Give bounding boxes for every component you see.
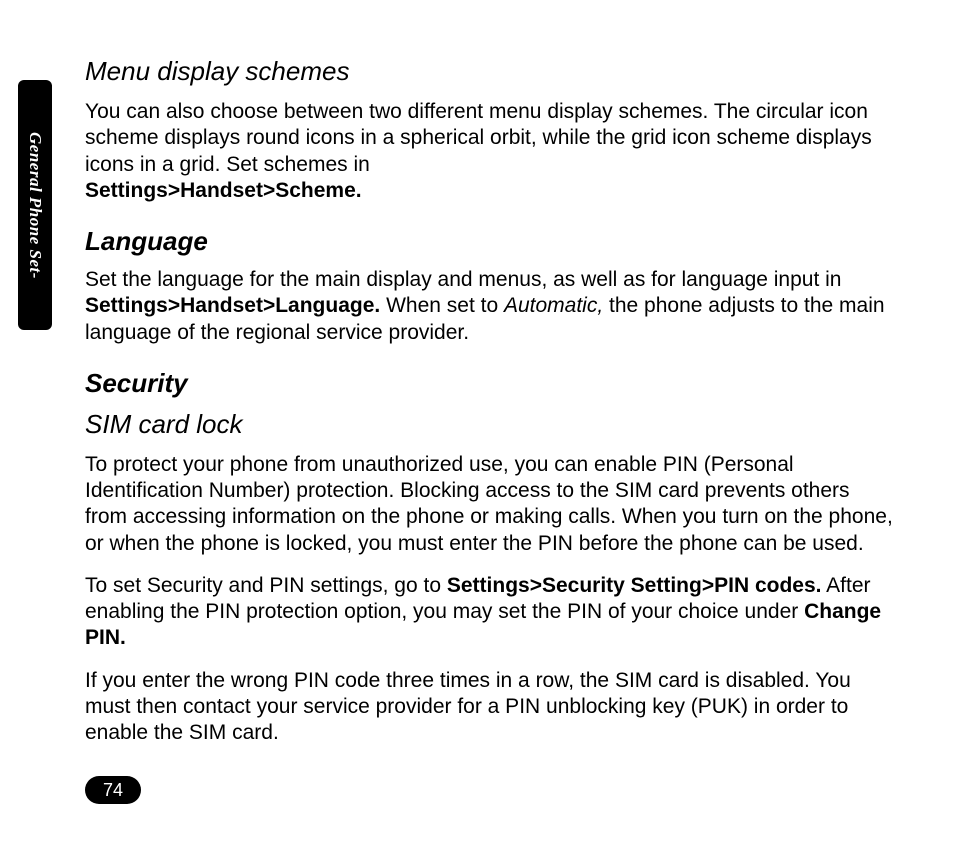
text: You can also choose between two differen… [85,100,872,176]
menu-path-scheme: Settings>Handset>Scheme. [85,179,362,202]
paragraph-sim-2: To set Security and PIN settings, go to … [85,573,895,652]
paragraph-menu-display: You can also choose between two differen… [85,99,895,204]
heading-security: Security [85,368,895,399]
menu-path-language: Settings>Handset>Language. [85,294,380,317]
text: Set the language for the main display an… [85,268,841,291]
page-number: 74 [85,776,141,804]
italic-automatic: Automatic, [504,294,603,317]
side-tab: General Phone Set- [18,80,52,330]
side-tab-label: General Phone Set- [25,132,45,279]
heading-sim-card-lock: SIM card lock [85,409,895,440]
text: To set Security and PIN settings, go to [85,574,447,597]
page-content: Menu display schemes You can also choose… [85,56,895,762]
menu-path-pin-codes: Settings>Security Setting>PIN codes. [447,574,822,597]
paragraph-language: Set the language for the main display an… [85,267,895,346]
heading-menu-display: Menu display schemes [85,56,895,87]
heading-language: Language [85,226,895,257]
paragraph-sim-3: If you enter the wrong PIN code three ti… [85,668,895,747]
paragraph-sim-1: To protect your phone from unauthorized … [85,452,895,557]
text: When set to [380,294,504,317]
